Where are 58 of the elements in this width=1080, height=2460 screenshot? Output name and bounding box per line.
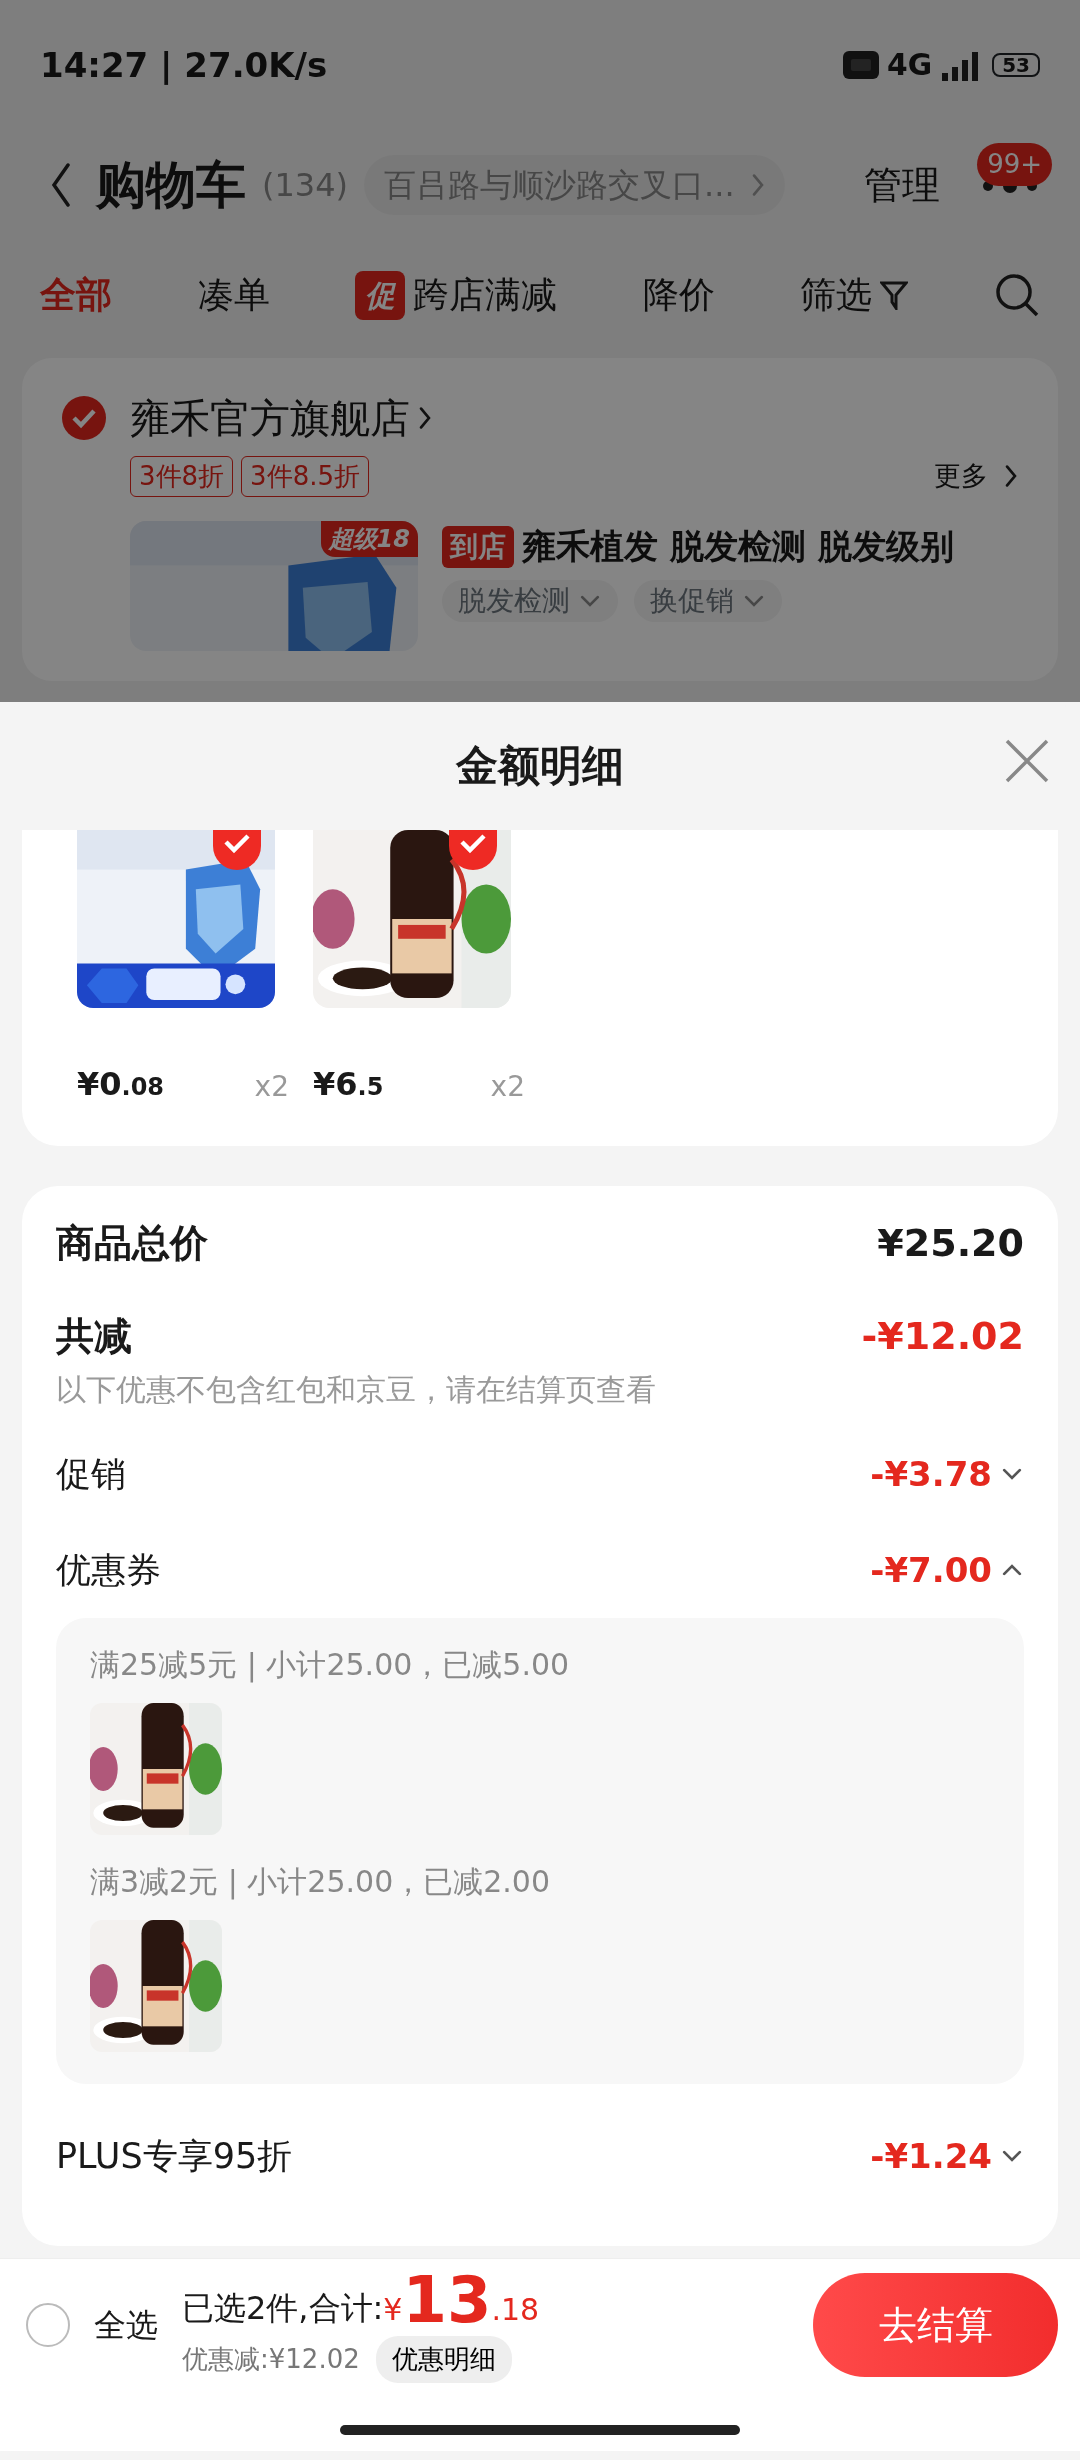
filter-tab[interactable]: 筛选 <box>800 268 873 322</box>
selected-summary: 已选2件,合计: <box>182 2287 384 2329</box>
discount-row-toggle[interactable]: -¥3.78 <box>870 1448 1024 1500</box>
network-label: 4G <box>887 45 933 84</box>
manage-button[interactable]: 管理 <box>864 156 940 214</box>
discount-detail-button[interactable]: 优惠明细 <box>375 2335 512 2383</box>
filter-tab[interactable]: 降价 <box>642 268 715 322</box>
discount-amount: -¥12.02 <box>861 1312 1024 1360</box>
item-price: ¥0.08 <box>77 1064 165 1105</box>
promo-tag: 3件8折 <box>130 456 234 497</box>
discount-row-label: 促销 <box>56 1452 126 1496</box>
promo-tag: 促 <box>355 270 406 320</box>
checkout-button[interactable]: 去结算 <box>813 2273 1058 2377</box>
discount-row-label: 优惠券 <box>56 1548 161 1592</box>
page-title: 购物车 <box>96 154 246 216</box>
discount-row-toggle[interactable]: -¥1.24 <box>870 2130 1024 2182</box>
total-label: 商品总价 <box>56 1220 208 1267</box>
store-checkbox[interactable] <box>62 396 106 440</box>
chevron-down-icon <box>742 594 766 608</box>
filter-tab[interactable]: 全部 <box>40 268 112 322</box>
chevron-right-icon <box>418 407 432 429</box>
filter-icon[interactable] <box>880 280 909 310</box>
status-time: 14:27 | 27.0K/s <box>40 43 328 87</box>
chevron-down-icon <box>578 594 602 608</box>
item-price: ¥6.5 <box>313 1064 384 1105</box>
option-selector[interactable]: 换促销 <box>634 580 782 622</box>
close-icon <box>1004 738 1050 784</box>
chevron-right-icon <box>1004 465 1018 488</box>
filter-tab[interactable]: 跨店满减 <box>413 268 558 322</box>
hd-icon <box>843 51 880 79</box>
notification-badge: 99+ <box>977 143 1052 186</box>
chevron-right-icon <box>750 174 765 196</box>
more-link[interactable]: 更多 <box>934 456 1018 497</box>
discount-row-label: PLUS专享95折 <box>56 2134 293 2178</box>
store-name[interactable]: 雍禾官方旗舰店 <box>130 388 432 448</box>
select-all-label[interactable]: 全选 <box>94 2301 158 2349</box>
promo-tag: 3件8.5折 <box>241 456 369 497</box>
coupon-detail: 满3减2元 | 小计25.00，已减2.00 <box>90 1863 552 1902</box>
item-quantity: x2 <box>490 1069 525 1105</box>
discount-note: 以下优惠不包含红包和京豆，请在结算页查看 <box>56 1371 657 1409</box>
discount-row-toggle[interactable]: -¥7.00 <box>870 1544 1024 1596</box>
total-amount: ¥25.20 <box>877 1220 1024 1267</box>
total-price: ¥13.18 <box>383 2267 540 2332</box>
sheet-title: 金额明细 <box>456 739 624 792</box>
discount-label: 共减 <box>56 1312 132 1360</box>
battery-indicator: 53 <box>992 53 1040 77</box>
item-quantity: x2 <box>254 1069 289 1105</box>
search-icon[interactable] <box>993 272 1040 318</box>
store-tag: 到店 <box>442 525 514 568</box>
filter-tab[interactable]: 凑单 <box>197 268 270 322</box>
option-selector[interactable]: 脱发检测 <box>442 580 618 622</box>
back-icon[interactable] <box>50 163 72 207</box>
close-button[interactable] <box>1004 738 1050 784</box>
saved-amount: 优惠减:¥12.02 <box>182 2342 360 2376</box>
coupon-detail: 满25减5元 | 小计25.00，已减5.00 <box>90 1646 571 1685</box>
product-title: 雍禾植发 脱发检测 脱发级别 <box>522 525 954 568</box>
image-badge: 超级18 <box>320 521 418 557</box>
select-all-radio[interactable] <box>26 2303 70 2347</box>
